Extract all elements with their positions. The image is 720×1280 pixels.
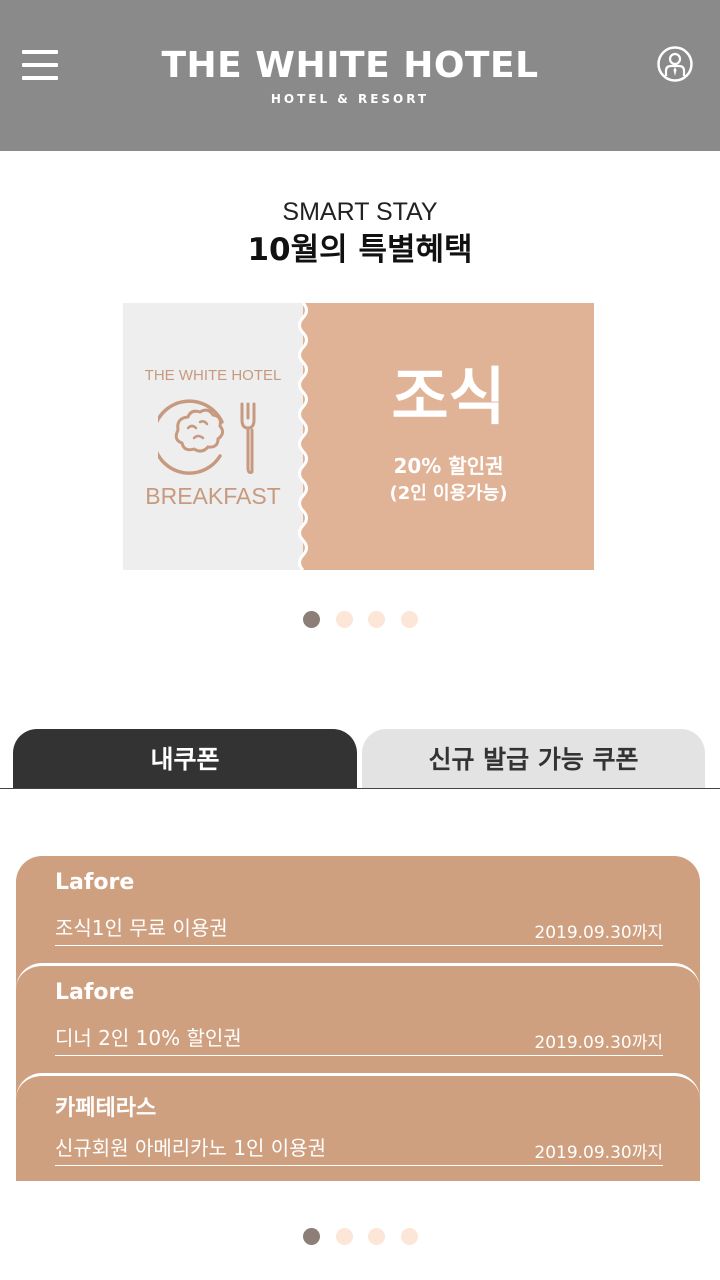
coupon-name: Lafore bbox=[55, 870, 135, 895]
ticket-wave-divider bbox=[298, 303, 321, 570]
tab-my-coupons[interactable]: 내쿠폰 bbox=[13, 729, 357, 789]
carousel-dot[interactable] bbox=[335, 611, 353, 628]
tab-new-coupons[interactable]: 신규 발급 가능 쿠폰 bbox=[362, 729, 705, 789]
banner-discount-label: 20% 할인권 bbox=[393, 454, 504, 478]
promo-kicker: SMART STAY bbox=[282, 198, 438, 226]
brand-subtitle: HOTEL & RESORT bbox=[270, 92, 430, 106]
menu-button[interactable] bbox=[22, 50, 58, 80]
breakfast-plate-fork-icon bbox=[158, 399, 256, 475]
carousel-dot[interactable] bbox=[368, 611, 385, 628]
coupon-list[interactable]: Lafore 조식1인 무료 이용권 2019.09.30까지 Lafore 디… bbox=[0, 850, 720, 1181]
app-header: THE WHITE HOTEL HOTEL & RESORT bbox=[0, 0, 720, 151]
coupon-description: 디너 2인 10% 할인권 bbox=[55, 1026, 242, 1050]
coupon-expiry: 2019.09.30까지 bbox=[534, 923, 663, 943]
banner-hotel-label: THE WHITE HOTEL bbox=[144, 367, 282, 384]
ticket-body bbox=[303, 303, 594, 570]
coupon-name: 카페테라스 bbox=[55, 1096, 157, 1121]
carousel-dot[interactable] bbox=[400, 1228, 418, 1245]
hamburger-menu-icon bbox=[22, 50, 58, 54]
coupon-divider bbox=[55, 1165, 663, 1166]
promo-title: 10월의 특별혜택 bbox=[247, 232, 473, 268]
banner-category-label: BREAKFAST bbox=[145, 483, 281, 509]
coupon-name: Lafore bbox=[55, 980, 135, 1005]
banner-note-label: (2인 이용가능) bbox=[389, 483, 508, 504]
promo-heading: SMART STAY 10월의 특별혜택 bbox=[0, 196, 720, 272]
carousel-dot[interactable] bbox=[335, 1228, 353, 1245]
coupon-divider bbox=[55, 1055, 663, 1056]
carousel-dot[interactable] bbox=[400, 611, 418, 628]
carousel-dot[interactable] bbox=[303, 611, 320, 628]
carousel-dot[interactable] bbox=[303, 1228, 320, 1245]
coupon-card[interactable]: 카페테라스 신규회원 아메리카노 1인 이용권 2019.09.30까지 bbox=[16, 1073, 700, 1181]
coupon-description: 신규회원 아메리카노 1인 이용권 bbox=[55, 1136, 326, 1160]
user-profile-icon bbox=[657, 46, 693, 82]
carousel-dot[interactable] bbox=[368, 1228, 385, 1245]
coupon-carousel-indicator bbox=[0, 1228, 720, 1246]
banner-main-label: 조식 bbox=[391, 360, 506, 433]
tabs-divider bbox=[0, 788, 720, 789]
promo-carousel-indicator bbox=[0, 611, 720, 629]
coupon-expiry: 2019.09.30까지 bbox=[534, 1033, 663, 1053]
promo-banner-breakfast[interactable]: THE WHITE HOTEL BREAKFAST 조식 20% 할인권 (2인… bbox=[123, 303, 594, 570]
coupon-description: 조식1인 무료 이용권 bbox=[55, 916, 228, 940]
profile-button[interactable] bbox=[657, 46, 693, 82]
coupon-divider bbox=[55, 945, 663, 946]
brand-title: THE WHITE HOTEL bbox=[161, 45, 539, 86]
hotel-logo[interactable]: THE WHITE HOTEL HOTEL & RESORT bbox=[140, 44, 560, 106]
coupon-expiry: 2019.09.30까지 bbox=[534, 1143, 663, 1163]
